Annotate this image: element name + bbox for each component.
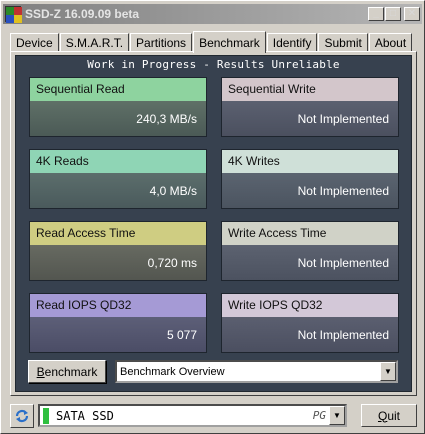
drive-tag: PG xyxy=(312,409,326,422)
benchmark-button-label: enchmark xyxy=(44,364,98,379)
card-label: Read Access Time xyxy=(30,222,206,245)
card-write-access-time: Write Access Time Not Implemented xyxy=(221,221,399,281)
results-area: Work in Progress - Results Unreliable Se… xyxy=(15,55,412,392)
quit-button-accel: Q xyxy=(377,408,388,423)
card-4k-writes: 4K Writes Not Implemented xyxy=(221,149,399,209)
card-value: 5 077 xyxy=(30,317,206,352)
benchmark-button[interactable]: Benchmark xyxy=(28,360,106,383)
maximize-button[interactable]: □ xyxy=(385,7,401,21)
tab-smart[interactable]: S.M.A.R.T. xyxy=(59,33,130,52)
card-label: Sequential Read xyxy=(30,78,206,101)
card-4k-reads: 4K Reads 4,0 MB/s xyxy=(29,149,207,209)
drive-name: SATA SSD xyxy=(56,408,114,423)
tab-about[interactable]: About xyxy=(368,33,413,52)
app-window: SSD-Z 16.09.09 beta _ □ ✕ Device S.M.A.R… xyxy=(0,0,425,434)
quit-button[interactable]: Quit xyxy=(361,404,417,427)
drive-select[interactable]: SATA SSD PG ▼ xyxy=(38,404,347,427)
card-sequential-read: Sequential Read 240,3 MB/s xyxy=(29,77,207,137)
minimize-button[interactable]: _ xyxy=(368,7,384,21)
tab-benchmark[interactable]: Benchmark xyxy=(193,31,266,53)
app-logo-icon xyxy=(5,6,22,23)
quit-button-label: uit xyxy=(387,408,401,423)
card-read-access-time: Read Access Time 0,720 ms xyxy=(29,221,207,281)
status-header: Work in Progress - Results Unreliable xyxy=(87,58,340,71)
card-label: 4K Writes xyxy=(222,150,398,173)
card-value: 0,720 ms xyxy=(30,245,206,280)
card-value: 240,3 MB/s xyxy=(30,101,206,136)
benchmark-button-accel: B xyxy=(36,364,45,379)
chevron-down-icon[interactable]: ▼ xyxy=(380,362,396,381)
card-value: Not Implemented xyxy=(222,173,398,208)
close-button[interactable]: ✕ xyxy=(404,7,420,21)
card-value: Not Implemented xyxy=(222,101,398,136)
tab-device[interactable]: Device xyxy=(10,33,59,52)
card-value: 4,0 MB/s xyxy=(30,173,206,208)
card-read-iops: Read IOPS QD32 5 077 xyxy=(29,293,207,353)
card-value: Not Implemented xyxy=(222,245,398,280)
card-label: 4K Reads xyxy=(30,150,206,173)
tab-identify[interactable]: Identify xyxy=(266,33,318,52)
refresh-button[interactable] xyxy=(10,404,34,428)
card-label: Read IOPS QD32 xyxy=(30,294,206,317)
chevron-down-icon[interactable]: ▼ xyxy=(329,406,345,425)
window-title: SSD-Z 16.09.09 beta xyxy=(25,7,140,21)
tab-partitions[interactable]: Partitions xyxy=(130,33,193,52)
benchmark-panel: Work in Progress - Results Unreliable Se… xyxy=(10,51,417,396)
card-value: Not Implemented xyxy=(222,317,398,352)
benchmark-type-value: Benchmark Overview xyxy=(120,365,225,378)
tab-strip: Device S.M.A.R.T. Partitions Benchmark I… xyxy=(10,31,413,53)
tab-submit[interactable]: Submit xyxy=(318,33,368,52)
card-write-iops: Write IOPS QD32 Not Implemented xyxy=(221,293,399,353)
card-label: Write IOPS QD32 xyxy=(222,294,398,317)
drive-status-indicator xyxy=(43,407,49,424)
benchmark-type-select[interactable]: Benchmark Overview ▼ xyxy=(115,360,398,383)
card-label: Write Access Time xyxy=(222,222,398,245)
card-sequential-write: Sequential Write Not Implemented xyxy=(221,77,399,137)
card-label: Sequential Write xyxy=(222,78,398,101)
refresh-icon xyxy=(15,409,29,423)
title-bar[interactable]: SSD-Z 16.09.09 beta _ □ ✕ xyxy=(3,4,422,24)
